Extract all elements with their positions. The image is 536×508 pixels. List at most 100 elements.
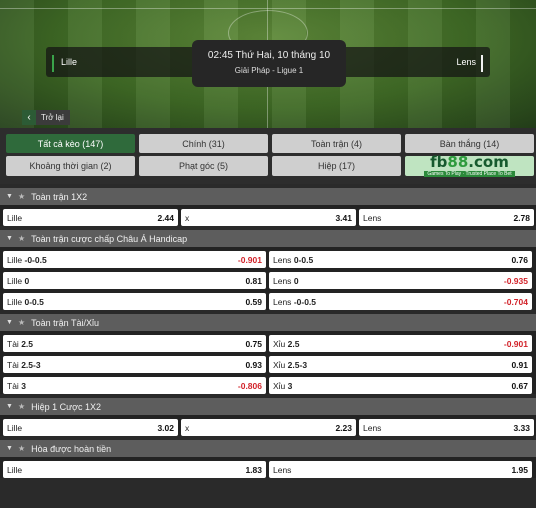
outcome-label: Lens xyxy=(363,423,513,433)
odds-cell[interactable]: Lens -0-0.5 -0.704 xyxy=(269,293,532,310)
market-section: ▼ ★ Hiệp 1 Cược 1X2 Lille 3.02 x 2.23 Lens 3.33 xyxy=(0,398,536,436)
odds-cell[interactable]: x 2.23 xyxy=(181,419,356,436)
odds-cell[interactable]: Xỉu 2.5 -0.901 xyxy=(269,335,532,352)
outcome-label: Lens 0 xyxy=(273,276,504,286)
odds-row: Tài 2.5 0.75 Xỉu 2.5 -0.901 xyxy=(0,335,536,352)
collapse-icon[interactable]: ▼ xyxy=(6,235,13,242)
section-header[interactable]: ▼ ★ Toàn trận 1X2 xyxy=(0,188,536,205)
handicap-line: 3 xyxy=(287,380,293,391)
odds-cell[interactable]: Xỉu 2.5-3 0.91 xyxy=(269,356,532,373)
odds-value: 0.75 xyxy=(245,338,262,349)
odds-cell[interactable]: Tài 2.5-3 0.93 xyxy=(3,356,266,373)
section-title: Toàn trận cược chấp Châu Á Handicap xyxy=(31,233,188,244)
section-header[interactable]: ▼ ★ Toàn trận Tài/Xỉu xyxy=(0,314,536,331)
handicap-line: 0-0.5 xyxy=(293,254,314,265)
odds-cell[interactable]: Lille 1.83 xyxy=(3,461,266,478)
odds-cell[interactable]: Lens 1.95 xyxy=(269,461,532,478)
odds-value: 2.23 xyxy=(335,422,352,433)
chevron-left-icon: ‹ xyxy=(22,110,36,125)
odds-row: Tài 3 -0.806 Xỉu 3 0.67 xyxy=(0,377,536,394)
odds-value: 0.93 xyxy=(245,359,262,370)
handicap-line: 2.5 xyxy=(287,338,300,349)
odds-row: Tài 2.5-3 0.93 Xỉu 2.5-3 0.91 xyxy=(0,356,536,373)
section-title: Toàn trận 1X2 xyxy=(31,191,88,202)
outcome-name: Lens xyxy=(273,464,292,475)
section-header[interactable]: ▼ ★ Hiệp 1 Cược 1X2 xyxy=(0,398,536,415)
odds-value: 1.83 xyxy=(245,464,262,475)
fb88-banner[interactable]: fb88.com Games To Play · Trusted Place To… xyxy=(405,155,534,177)
tab-6[interactable]: Hiệp (17) xyxy=(272,156,401,176)
star-icon[interactable]: ★ xyxy=(18,402,25,411)
tab-4[interactable]: Khoảng thời gian (2) xyxy=(6,156,135,176)
odds-cell[interactable]: Lille -0-0.5 -0.901 xyxy=(3,251,266,268)
tab-2[interactable]: Toàn trận (4) xyxy=(272,134,401,153)
away-team-marker xyxy=(481,55,483,72)
odds-value: 3.33 xyxy=(513,422,530,433)
odds-cell[interactable]: Lens 0-0.5 0.76 xyxy=(269,251,532,268)
odds-cell[interactable]: Lens 3.33 xyxy=(359,419,534,436)
odds-cell[interactable]: Lille 0 0.81 xyxy=(3,272,266,289)
outcome-name: x xyxy=(185,422,190,433)
odds-cell[interactable]: Lille 3.02 xyxy=(3,419,178,436)
odds-cell[interactable]: Lens 2.78 xyxy=(359,209,534,226)
odds-cell[interactable]: Lens 0 -0.935 xyxy=(269,272,532,289)
outcome-label: Lens 0-0.5 xyxy=(273,255,511,265)
handicap-line: 2.5 xyxy=(21,338,34,349)
odds-value: 2.78 xyxy=(513,212,530,223)
handicap-line: 0-0.5 xyxy=(24,296,44,307)
market-section: ▼ ★ Hòa được hoàn tiền Lille 1.83 Lens 1.95 xyxy=(0,440,536,478)
market-section: ▼ ★ Toàn trận cược chấp Châu Á Handicap Lil… xyxy=(0,230,536,310)
back-button[interactable]: ‹ Trở lại xyxy=(22,110,70,125)
back-label: Trở lại xyxy=(41,113,64,122)
odds-row: Lille -0-0.5 -0.901 Lens 0-0.5 0.76 xyxy=(0,251,536,268)
section-header[interactable]: ▼ ★ Hòa được hoàn tiền xyxy=(0,440,536,457)
outcome-name: Lille xyxy=(7,422,23,433)
outcome-name: Tài xyxy=(7,380,19,391)
odds-value: 0.67 xyxy=(511,380,528,391)
odds-value: -0.806 xyxy=(237,380,262,391)
outcome-name: Tài xyxy=(7,338,19,349)
home-team-name: Lille xyxy=(61,57,78,67)
star-icon[interactable]: ★ xyxy=(18,444,25,453)
outcome-name: Tài xyxy=(7,359,19,370)
outcome-label: Lille xyxy=(7,465,245,475)
tab-0[interactable]: Tất cả kèo (147) xyxy=(6,134,135,153)
outcome-label: Xỉu 3 xyxy=(273,381,511,391)
star-icon[interactable]: ★ xyxy=(18,234,25,243)
collapse-icon[interactable]: ▼ xyxy=(6,403,13,410)
section-header[interactable]: ▼ ★ Toàn trận cược chấp Châu Á Handicap xyxy=(0,230,536,247)
outcome-label: Xỉu 2.5-3 xyxy=(273,360,511,370)
outcome-name: Xỉu xyxy=(273,359,286,370)
odds-cell[interactable]: x 3.41 xyxy=(181,209,356,226)
odds-cell[interactable]: Lille 0-0.5 0.59 xyxy=(3,293,266,310)
outcome-label: Tài 2.5-3 xyxy=(7,360,245,370)
handicap-line: 0 xyxy=(24,275,30,286)
match-league: Giải Pháp - Ligue 1 xyxy=(234,66,304,75)
odds-cell[interactable]: Lille 2.44 xyxy=(3,209,178,226)
odds-row: Lille 2.44 x 3.41 Lens 2.78 xyxy=(0,209,536,226)
outcome-label: Lille 0 xyxy=(7,276,245,286)
odds-value: 0.59 xyxy=(245,296,262,307)
collapse-icon[interactable]: ▼ xyxy=(6,319,13,326)
tab-1[interactable]: Chính (31) xyxy=(139,134,268,153)
tab-5[interactable]: Phạt góc (5) xyxy=(139,156,268,176)
handicap-line: 2.5-3 xyxy=(21,359,41,370)
fb88-tagline: Games To Play · Trusted Place To Bet xyxy=(424,171,515,177)
collapse-icon[interactable]: ▼ xyxy=(6,193,13,200)
star-icon[interactable]: ★ xyxy=(18,318,25,327)
star-icon[interactable]: ★ xyxy=(18,192,25,201)
odds-value: 1.95 xyxy=(511,464,528,475)
odds-cell[interactable]: Xỉu 3 0.67 xyxy=(269,377,532,394)
odds-row: Lille 1.83 Lens 1.95 xyxy=(0,461,536,478)
outcome-label: Xỉu 2.5 xyxy=(273,339,504,349)
outcome-label: x xyxy=(185,213,335,223)
odds-row: Lille 3.02 x 2.23 Lens 3.33 xyxy=(0,419,536,436)
handicap-line: -0-0.5 xyxy=(24,254,47,265)
odds-value: -0.901 xyxy=(503,338,528,349)
tab-3[interactable]: Bàn thắng (14) xyxy=(405,134,534,153)
collapse-icon[interactable]: ▼ xyxy=(6,445,13,452)
outcome-name: Lens xyxy=(273,296,292,307)
odds-cell[interactable]: Tài 3 -0.806 xyxy=(3,377,266,394)
outcome-name: Lille xyxy=(7,464,23,475)
odds-cell[interactable]: Tài 2.5 0.75 xyxy=(3,335,266,352)
